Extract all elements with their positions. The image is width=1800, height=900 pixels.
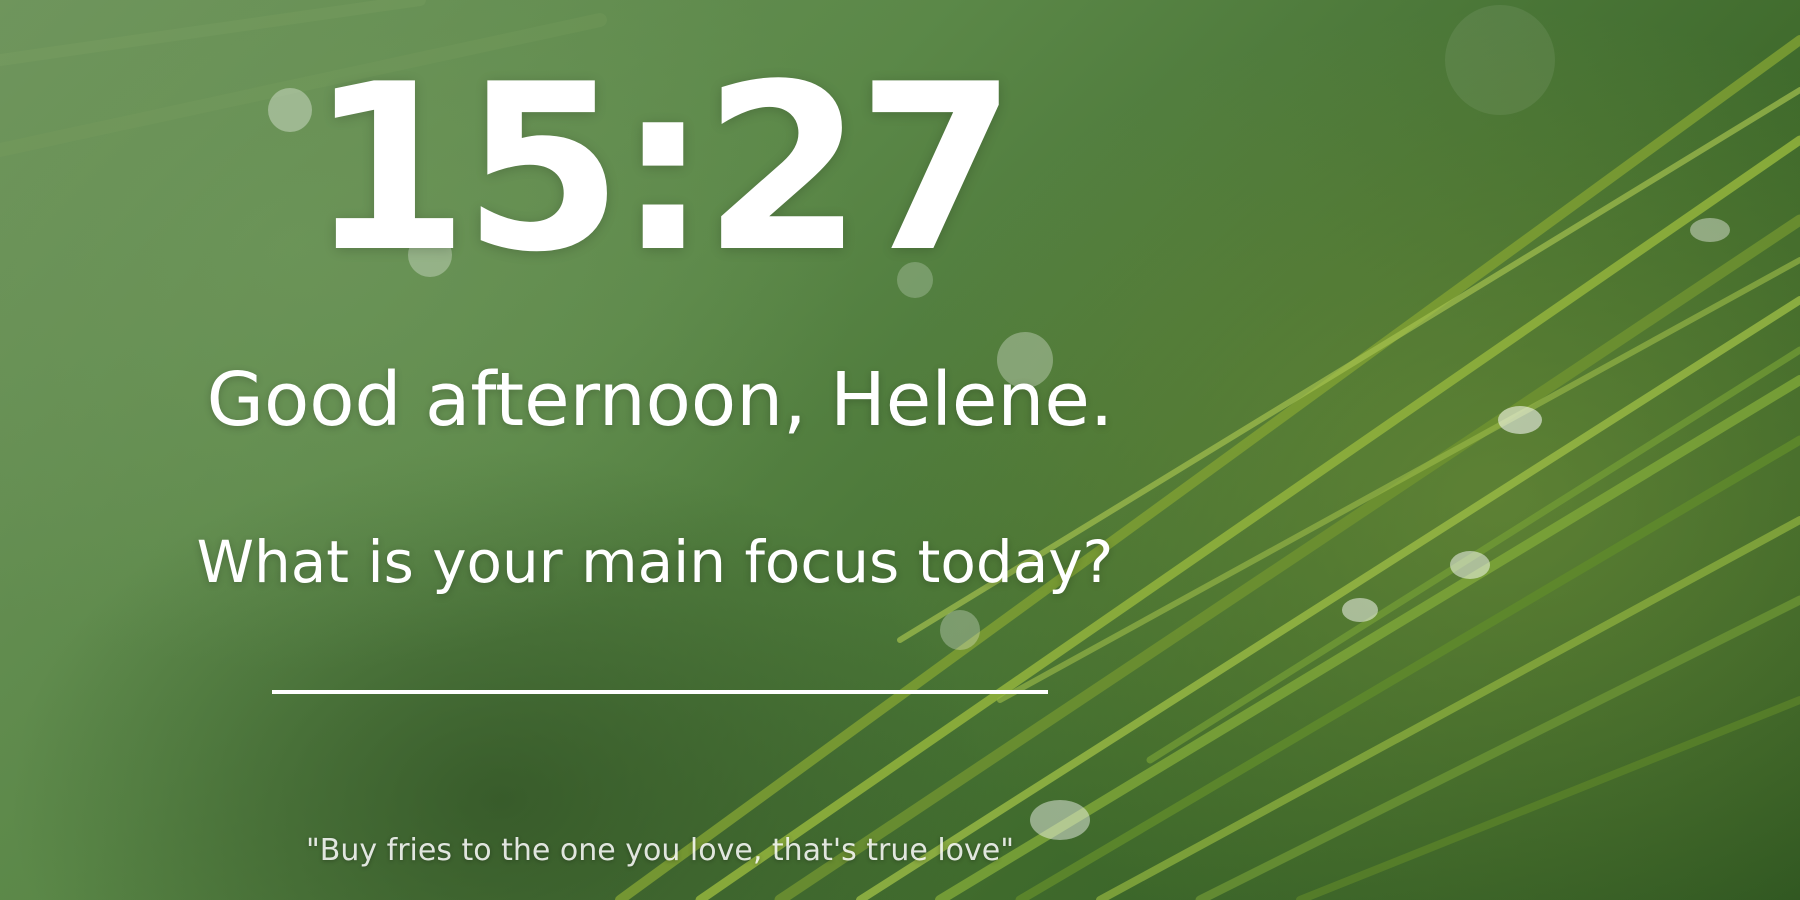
greeting-text: Good afternoon, Helene.: [206, 357, 1114, 443]
focus-input[interactable]: [272, 630, 1048, 694]
focus-question: What is your main focus today?: [196, 528, 1114, 596]
daily-quote: "Buy fries to the one you love, that's t…: [305, 833, 1015, 868]
clock-time: 15:27: [308, 36, 1017, 303]
